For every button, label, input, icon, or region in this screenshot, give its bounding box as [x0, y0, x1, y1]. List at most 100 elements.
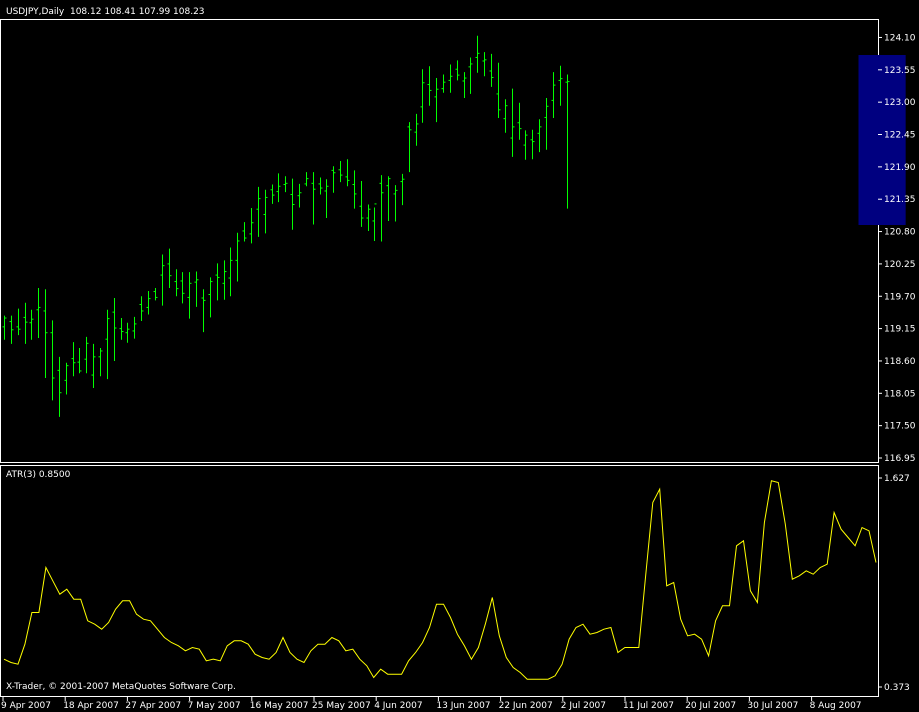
- ohlc-bar: [132, 316, 137, 339]
- ohlc-bar: [379, 175, 384, 242]
- time-tick-label: 7 May 2007: [188, 701, 241, 711]
- ohlc-bar: [228, 247, 233, 297]
- price-tick-label: 123.55: [884, 66, 916, 76]
- ohlc-bar: [105, 309, 110, 380]
- ohlc-bar: [565, 74, 570, 209]
- ohlc-bar: [256, 186, 261, 237]
- time-tick-label: 18 Apr 2007: [63, 701, 119, 711]
- ohlc-bar: [222, 260, 227, 300]
- ohlc-bar: [448, 64, 453, 93]
- ohlc-bar: [482, 52, 487, 77]
- ohlc-bar: [455, 60, 460, 81]
- ohlc-bar: [235, 232, 240, 282]
- ohlc-bar: [420, 69, 425, 123]
- ohlc-label: 108.12 108.41 107.99 108.23: [69, 7, 205, 17]
- time-tick-label: 27 Apr 2007: [125, 701, 181, 711]
- ohlc-bar: [290, 178, 295, 230]
- ohlc-bar: [318, 177, 323, 195]
- ohlc-bar: [187, 272, 192, 319]
- ohlc-bar: [57, 356, 62, 417]
- ohlc-bar: [407, 122, 412, 173]
- ohlc-bar: [331, 166, 336, 193]
- price-tick-label: 121.35: [884, 195, 916, 205]
- ohlc-bar: [400, 173, 405, 206]
- time-tick-label: 16 May 2007: [250, 701, 309, 711]
- price-frame: [0, 19, 879, 463]
- ohlc-bar: [91, 343, 96, 389]
- time-tick-label: 8 Aug 2007: [810, 701, 862, 711]
- ohlc-bar: [393, 185, 398, 222]
- ohlc-bar: [112, 298, 117, 361]
- ohlc-bar: [510, 88, 515, 157]
- ohlc-bar: [2, 315, 7, 340]
- ohlc-bar: [434, 78, 439, 123]
- time-tick-label: 4 Jun 2007: [374, 701, 422, 711]
- ohlc-bar: [489, 53, 494, 87]
- ohlc-bar: [71, 342, 76, 377]
- atr-line: [3, 480, 877, 680]
- ohlc-bar: [174, 269, 179, 297]
- atr-tick-label: 1.627: [884, 474, 910, 484]
- ohlc-bar: [77, 348, 82, 374]
- ohlc-bar: [297, 183, 302, 208]
- time-tick-label: 11 Jul 2007: [623, 701, 674, 711]
- ohlc-bar: [23, 302, 28, 344]
- price-tick-label: 118.05: [884, 389, 916, 399]
- indicator-label: ATR(3) 0.8500: [6, 470, 71, 480]
- price-tick-label: 121.90: [884, 163, 916, 173]
- ohlc-bar: [139, 296, 144, 321]
- ohlc-bar: [304, 172, 309, 187]
- ohlc-bar: [345, 159, 350, 187]
- ohlc-bar: [201, 289, 206, 333]
- ohlc-bar: [372, 203, 377, 241]
- ohlc-bar: [270, 184, 275, 204]
- ohlc-bar: [180, 272, 185, 304]
- time-tick-label: 22 Jun 2007: [499, 701, 553, 711]
- ohlc-bar: [386, 176, 391, 221]
- ohlc-bar: [311, 172, 316, 225]
- ohlc-bar: [517, 102, 522, 140]
- ohlc-bar: [276, 173, 281, 203]
- atr-pane: 1.627 0.373: [0, 465, 910, 697]
- chart: 124.10 123.55 123.00 122.45 121.90 121.35 120.…: [0, 19, 916, 711]
- ohlc-bar: [153, 288, 158, 301]
- ohlc-bar: [530, 129, 535, 160]
- ohlc-bar: [338, 160, 343, 183]
- price-tick-label: 123.00: [884, 98, 916, 108]
- ohlc-bar: [414, 113, 419, 146]
- copyright-label: X-Trader, © 2001-2007 MetaQuotes Softwar…: [6, 682, 236, 692]
- ohlc-bar: [242, 222, 247, 242]
- ohlc-bar: [160, 254, 165, 306]
- price-tick-label: 118.60: [884, 357, 916, 367]
- ohlc-bar: [194, 271, 199, 307]
- time-tick-label: 9 Apr 2007: [1, 701, 51, 711]
- ohlc-bar: [98, 348, 103, 377]
- time-tick-label: 20 Jul 2007: [685, 701, 736, 711]
- ohlc-bar: [249, 208, 254, 244]
- ohlc-bar: [324, 179, 329, 219]
- ohlc-bar: [36, 288, 41, 339]
- ohlc-bar: [427, 66, 432, 106]
- chart-header: USDJPY,Daily 108.12 108.41 107.99 108.23: [6, 7, 205, 18]
- price-tick-label: 120.80: [884, 228, 916, 238]
- price-tick-label: 117.50: [884, 422, 916, 432]
- ohlc-bar: [523, 130, 528, 160]
- ohlc-bar: [119, 318, 124, 340]
- atr-frame: [0, 465, 879, 697]
- symbol-label: USDJPY,Daily: [6, 7, 65, 17]
- ohlc-bar: [84, 336, 89, 374]
- ohlc-bar: [283, 176, 288, 193]
- ohlc-bar: [167, 248, 172, 289]
- ohlc-bar: [50, 320, 55, 401]
- price-tick-label: 122.45: [884, 131, 916, 141]
- time-tick-label: 2 Jul 2007: [561, 701, 606, 711]
- ohlc-bar: [16, 308, 21, 336]
- ohlc-bar: [43, 289, 48, 379]
- ohlc-bar: [352, 170, 357, 209]
- ohlc-bar: [537, 119, 542, 153]
- ohlc-bar: [496, 62, 501, 119]
- price-tick-label: 120.25: [884, 260, 916, 270]
- ohlc-bar: [215, 263, 220, 301]
- ohlc-bar: [441, 74, 446, 93]
- ohlc-bar: [503, 99, 508, 133]
